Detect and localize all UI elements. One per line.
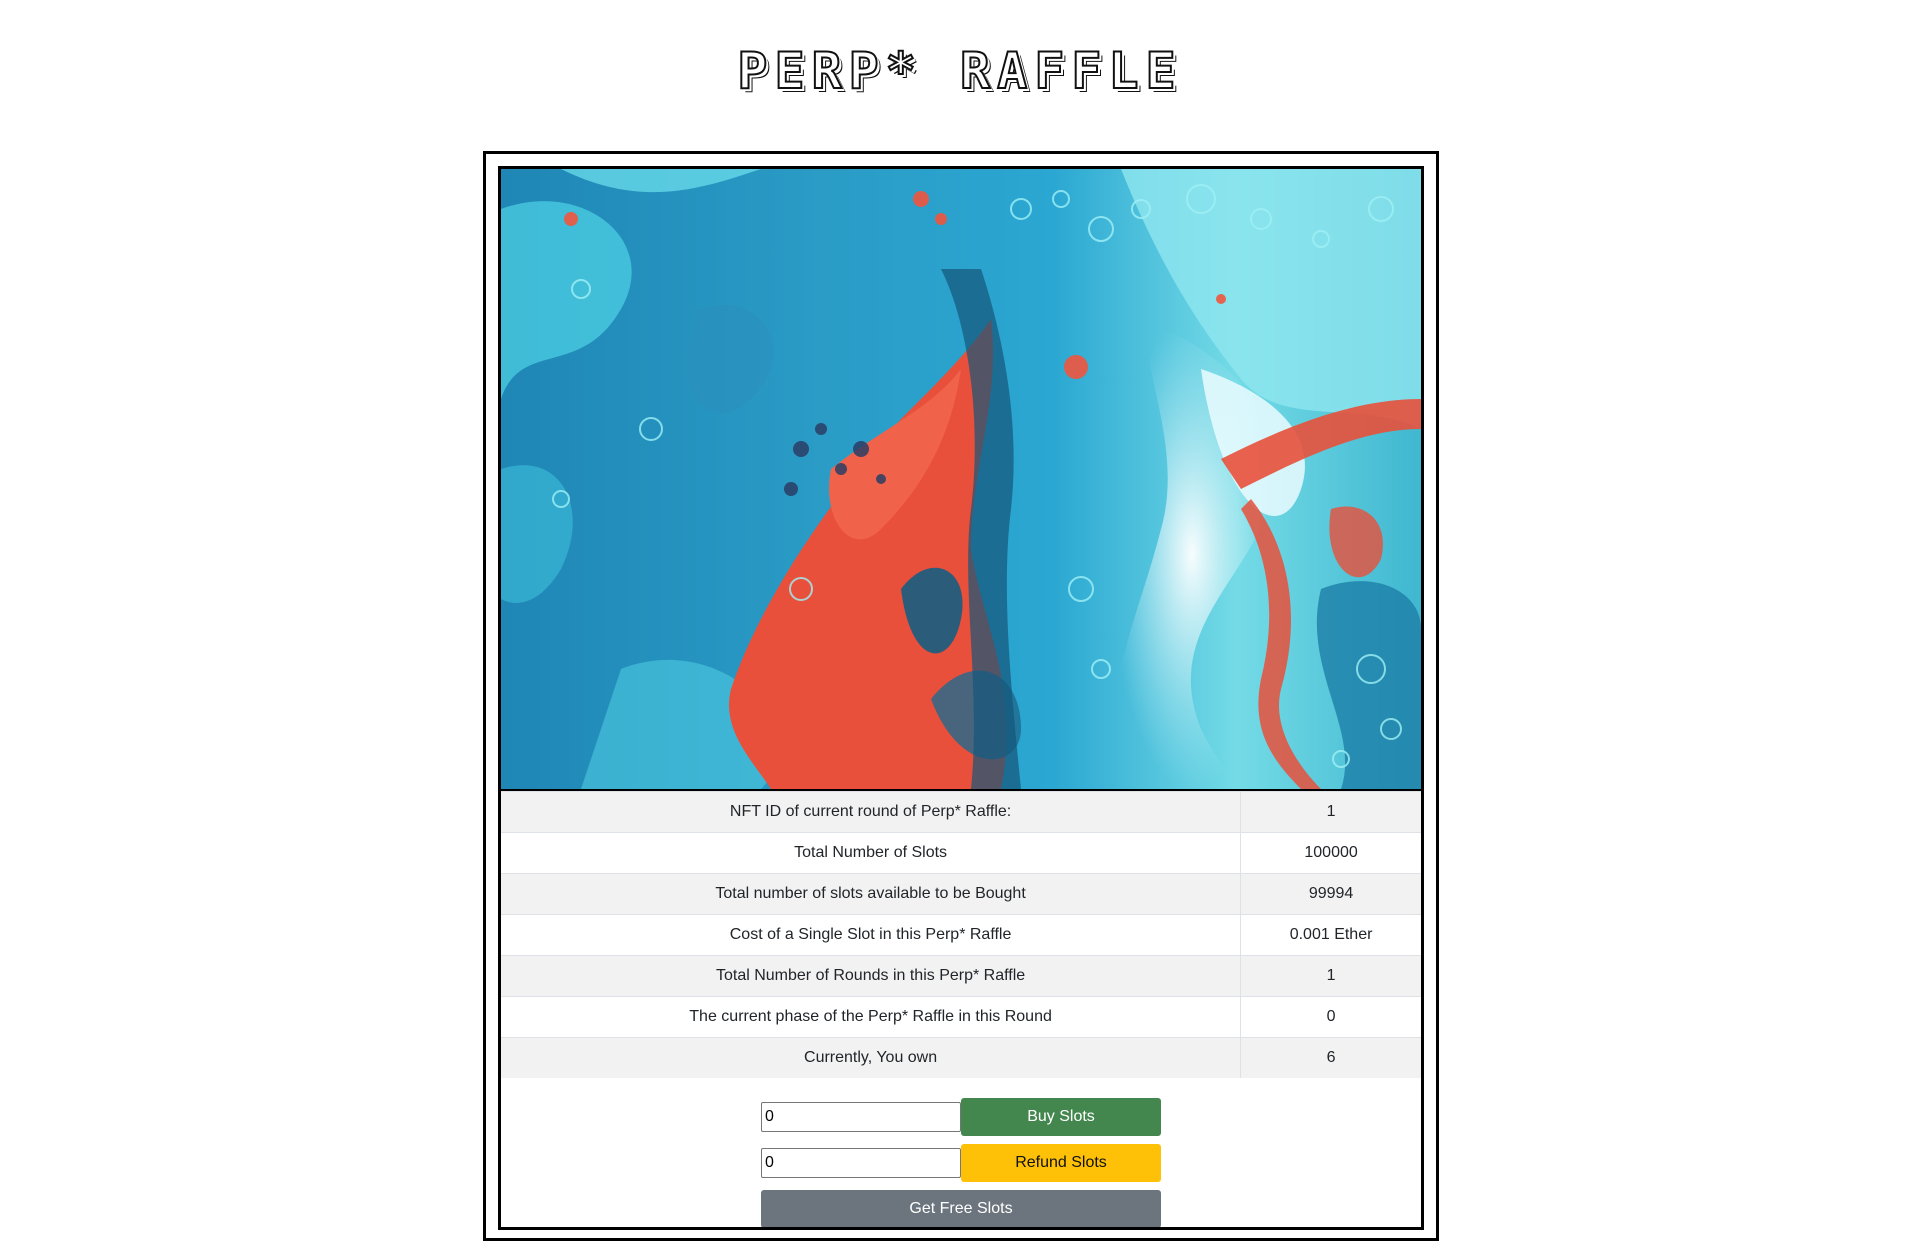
- current-phase-label: The current phase of the Perp* Raffle in…: [501, 996, 1242, 1038]
- total-slots-label: Total Number of Slots: [501, 832, 1242, 874]
- table-row: Currently, You own 6: [501, 1037, 1421, 1078]
- raffle-card-inner: NFT ID of current round of Perp* Raffle:…: [498, 166, 1424, 1230]
- table-row: Total number of slots available to be Bo…: [501, 873, 1421, 915]
- raffle-card: NFT ID of current round of Perp* Raffle:…: [483, 151, 1439, 1241]
- site-logo: Perp* Raffle: [0, 42, 1920, 100]
- available-slots-value: 99994: [1240, 873, 1421, 915]
- nft-artwork-svg: [501, 169, 1421, 789]
- table-row: Total Number of Rounds in this Perp* Raf…: [501, 955, 1421, 997]
- slot-cost-label: Cost of a Single Slot in this Perp* Raff…: [501, 914, 1242, 956]
- table-row: Cost of a Single Slot in this Perp* Raff…: [501, 914, 1421, 956]
- raffle-info-table: NFT ID of current round of Perp* Raffle:…: [501, 791, 1421, 1078]
- get-free-slots-button[interactable]: Get Free Slots: [761, 1190, 1161, 1227]
- table-row: NFT ID of current round of Perp* Raffle:…: [501, 791, 1421, 833]
- nft-id-value: 1: [1240, 791, 1421, 833]
- owned-slots-label: Currently, You own: [501, 1037, 1242, 1078]
- page-title: Perp* Raffle: [736, 42, 1183, 100]
- table-row: The current phase of the Perp* Raffle in…: [501, 996, 1421, 1038]
- page: Perp* Raffle: [0, 0, 1920, 1241]
- total-rounds-value: 1: [1240, 955, 1421, 997]
- total-rounds-label: Total Number of Rounds in this Perp* Raf…: [501, 955, 1242, 997]
- slot-controls: Buy Slots Refund Slots Get Free Slots: [501, 1078, 1421, 1227]
- slot-cost-value: 0.001 Ether: [1240, 914, 1421, 956]
- table-row: Total Number of Slots 100000: [501, 832, 1421, 874]
- refund-slots-button[interactable]: Refund Slots: [961, 1144, 1161, 1182]
- available-slots-label: Total number of slots available to be Bo…: [501, 873, 1242, 915]
- owned-slots-value: 6: [1240, 1037, 1421, 1078]
- free-row: Get Free Slots: [501, 1190, 1421, 1227]
- nft-artwork-image: [501, 169, 1421, 791]
- buy-slots-button[interactable]: Buy Slots: [961, 1098, 1161, 1136]
- current-phase-value: 0: [1240, 996, 1421, 1038]
- refund-quantity-input[interactable]: [761, 1148, 961, 1178]
- nft-id-label: NFT ID of current round of Perp* Raffle:: [501, 791, 1242, 833]
- buy-quantity-input[interactable]: [761, 1102, 961, 1132]
- refund-row: Refund Slots: [501, 1144, 1421, 1182]
- buy-row: Buy Slots: [501, 1098, 1421, 1136]
- total-slots-value: 100000: [1240, 832, 1421, 874]
